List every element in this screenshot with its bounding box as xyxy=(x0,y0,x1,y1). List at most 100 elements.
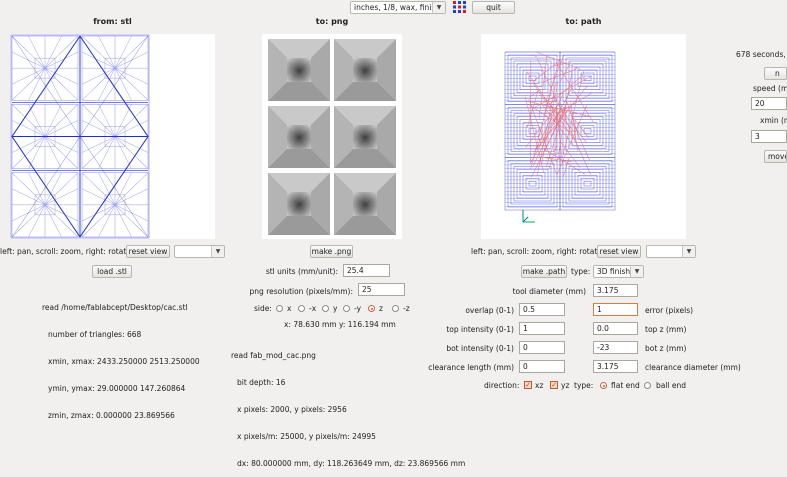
overlap-field[interactable]: 0.5 xyxy=(519,303,565,316)
png-log-line: dx: 80.000000 mm, dy: 118.263649 mm, dz:… xyxy=(231,459,465,468)
mesh-edge xyxy=(115,205,148,237)
direction-xz-checkbox[interactable]: ✓ xyxy=(524,381,532,389)
side-radio-label: z xyxy=(379,304,383,314)
png-log: read fab_mod_cac.png bit depth: 16 x pix… xyxy=(231,333,465,477)
machine-send-button[interactable]: n xyxy=(764,67,787,80)
png-coordinates: x: 78.630 mm y: 116.194 mm xyxy=(284,320,396,330)
mesh-edge xyxy=(45,137,62,169)
tool-diameter-label: tool diameter (mm) xyxy=(480,287,586,297)
flat-end-radio[interactable] xyxy=(600,382,607,389)
mesh-edge xyxy=(12,68,45,84)
png-log-line: read fab_mod_cac.png xyxy=(231,351,465,360)
side-radio-neg-x[interactable] xyxy=(298,305,305,312)
path-view-select[interactable]: ▼ xyxy=(646,245,696,258)
tool-diameter-field[interactable]: 3.175 xyxy=(593,284,638,297)
chevron-down-icon: ▼ xyxy=(682,246,695,257)
mesh-edge xyxy=(115,205,132,237)
png-log-line: bit depth: 16 xyxy=(231,378,465,387)
mesh-edge xyxy=(12,104,45,136)
heightmap-tile xyxy=(268,39,330,101)
ball-end-radio[interactable] xyxy=(644,382,651,389)
top-intensity-label: top intensity (0-1) xyxy=(440,325,514,335)
direction-yz-checkbox[interactable]: ✓ xyxy=(550,381,558,389)
bot-z-field[interactable]: -23 xyxy=(593,341,638,354)
png-resolution-field[interactable]: 25 xyxy=(358,283,405,296)
error-field[interactable]: 1 xyxy=(593,303,638,316)
stl-reset-view-button[interactable]: reset view xyxy=(126,245,170,258)
mesh-edge xyxy=(45,205,62,237)
stl-units-label: stl units (mm/unit): xyxy=(230,267,338,277)
top-intensity-field[interactable]: 1 xyxy=(519,322,565,335)
side-radio-z[interactable] xyxy=(368,305,375,312)
clearance-length-label: clearance length (mm) xyxy=(420,363,514,373)
stl-units-field[interactable]: 25.4 xyxy=(343,264,390,277)
load-stl-button[interactable]: load .stl xyxy=(92,265,132,278)
direction-yz-label: yz xyxy=(561,381,569,391)
mesh-edge xyxy=(45,173,78,205)
mesh-edge xyxy=(82,120,115,136)
chevron-down-icon: ▼ xyxy=(211,246,224,257)
bot-intensity-field[interactable]: 0 xyxy=(519,341,565,354)
heightmap-tile xyxy=(334,106,396,168)
path-type-label: type: xyxy=(571,267,590,277)
side-radio-neg-y[interactable] xyxy=(343,305,350,312)
side-radio-neg-z[interactable] xyxy=(392,305,399,312)
stl-log-line: read /home/fablabcept/Desktop/cac.stl xyxy=(42,303,200,312)
mesh-edge xyxy=(115,36,132,68)
toolpath-view xyxy=(481,34,686,239)
stl-canvas[interactable] xyxy=(10,34,215,239)
mesh-edge xyxy=(45,205,78,221)
mesh-edge xyxy=(115,36,148,68)
preset-select[interactable]: inches, 1/8, wax, finish ▼ xyxy=(350,1,446,14)
modules-grid-icon[interactable] xyxy=(453,1,466,13)
mesh-edge xyxy=(82,137,115,153)
stl-log-line: ymin, ymax: 29.000000 147.260864 xyxy=(42,384,200,393)
end-type-label: type: xyxy=(574,381,593,391)
machine-time-estimate: 678 seconds, 1 xyxy=(736,50,787,60)
mesh-edge xyxy=(12,189,45,205)
mesh-edge xyxy=(45,137,78,153)
clearance-diameter-label: clearance diameter (mm) xyxy=(645,363,741,373)
mesh-edge xyxy=(45,189,78,205)
path-type-value: 3D finish xyxy=(597,267,630,276)
mesh-edge xyxy=(29,205,46,237)
ball-end-label: ball end xyxy=(656,381,686,391)
mesh-edge xyxy=(45,52,78,68)
side-radio-label: -z xyxy=(403,304,410,314)
stl-log-line: xmin, xmax: 2433.250000 2513.250000 xyxy=(42,357,200,366)
heightmap-tile xyxy=(334,173,396,235)
stl-view-select[interactable]: ▼ xyxy=(174,245,225,258)
mesh-edge xyxy=(12,137,45,169)
path-canvas[interactable] xyxy=(481,34,686,239)
path-type-select[interactable]: 3D finish ▼ xyxy=(593,265,644,278)
mesh-edge xyxy=(45,68,78,100)
flat-end-label: flat end xyxy=(611,381,640,391)
side-radio-label: y xyxy=(333,304,337,314)
make-png-button[interactable]: make .png xyxy=(310,245,353,258)
mesh-edge xyxy=(12,36,45,68)
heightmap-tile xyxy=(268,106,330,168)
move-button[interactable]: move xyxy=(764,150,787,163)
side-radio-y[interactable] xyxy=(322,305,329,312)
mesh-edge xyxy=(45,120,78,136)
mesh-edge xyxy=(115,104,148,136)
top-z-field[interactable]: 0.0 xyxy=(593,322,638,335)
xmin-field[interactable]: 3 xyxy=(751,130,787,143)
mesh-edge xyxy=(82,68,115,84)
png-log-line: x pixels/m: 25000, y pixels/m: 24995 xyxy=(231,432,465,441)
speed-field[interactable]: 20 xyxy=(751,97,787,110)
mesh-edge xyxy=(99,104,116,136)
quit-button[interactable]: quit xyxy=(472,1,515,14)
toolpath-block xyxy=(560,157,615,210)
side-radio-x[interactable] xyxy=(276,305,283,312)
clearance-length-field[interactable]: 0 xyxy=(519,360,565,373)
path-reset-view-button[interactable]: reset view xyxy=(597,245,641,258)
make-path-button[interactable]: make .path xyxy=(521,265,567,278)
side-label: side: xyxy=(254,304,272,314)
mesh-edge xyxy=(82,173,115,205)
clearance-diameter-field[interactable]: 3.175 xyxy=(593,360,638,373)
mesh-edge xyxy=(82,189,115,205)
toolpath-block xyxy=(505,157,560,210)
mesh-edge xyxy=(82,205,115,221)
mesh-edge xyxy=(82,52,115,68)
